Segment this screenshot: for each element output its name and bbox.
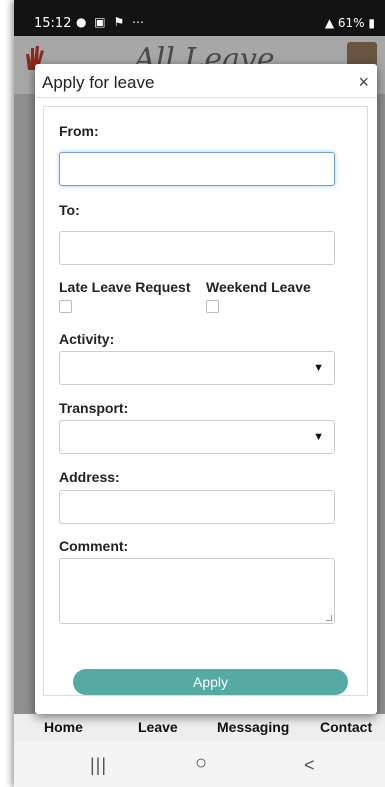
late-leave-checkbox[interactable] [59,300,72,313]
battery-icon: ▮ [368,16,375,30]
status-bar: 15:12 ● ▣ ⚑ ⋯ ▲ 61% ▮ [14,0,385,36]
dropdown-arrow-icon: ▼ [313,362,324,374]
comment-label: Comment: [59,538,129,554]
nav-home[interactable]: Home [44,719,83,735]
battery-percent: 61% [337,16,365,30]
apply-leave-modal: Apply for leave × From: To: Late Leave R… [35,64,377,714]
late-leave-label: Late Leave Request [59,279,191,295]
leave-form: From: To: Late Leave Request Weekend Lea… [43,106,368,696]
comment-textarea[interactable] [59,558,335,624]
apply-button[interactable]: Apply [73,669,348,695]
activity-select[interactable]: ▼ [59,351,335,385]
transport-label: Transport: [59,400,129,416]
home-button[interactable]: ○ [195,752,207,775]
nav-contact[interactable]: Contact [320,719,372,735]
address-label: Address: [59,469,120,485]
signal-icon: ▲ [324,16,335,30]
nav-messaging[interactable]: Messaging [217,719,289,735]
weekend-leave-label: Weekend Leave [206,279,311,295]
battery-level: ▲ 61% ▮ [325,16,375,30]
recent-apps-button[interactable]: ||| [90,755,107,776]
back-button[interactable]: < [304,755,315,776]
address-input[interactable] [59,490,335,524]
nav-leave[interactable]: Leave [138,719,178,735]
weekend-leave-checkbox[interactable] [206,300,219,313]
close-button[interactable]: × [358,72,369,93]
modal-title: Apply for leave [42,73,155,92]
transport-select[interactable]: ▼ [59,420,335,454]
activity-label: Activity: [59,331,115,347]
dropdown-arrow-icon: ▼ [313,431,324,443]
from-label: From: [59,123,99,139]
status-time: 15:12 [34,16,72,31]
notification-icons: ● ▣ ⚑ ⋯ [76,15,147,29]
resize-grip-icon[interactable] [326,615,332,621]
to-input[interactable] [59,231,335,265]
modal-divider [35,97,377,98]
from-input[interactable] [59,152,335,186]
to-label: To: [59,202,80,218]
